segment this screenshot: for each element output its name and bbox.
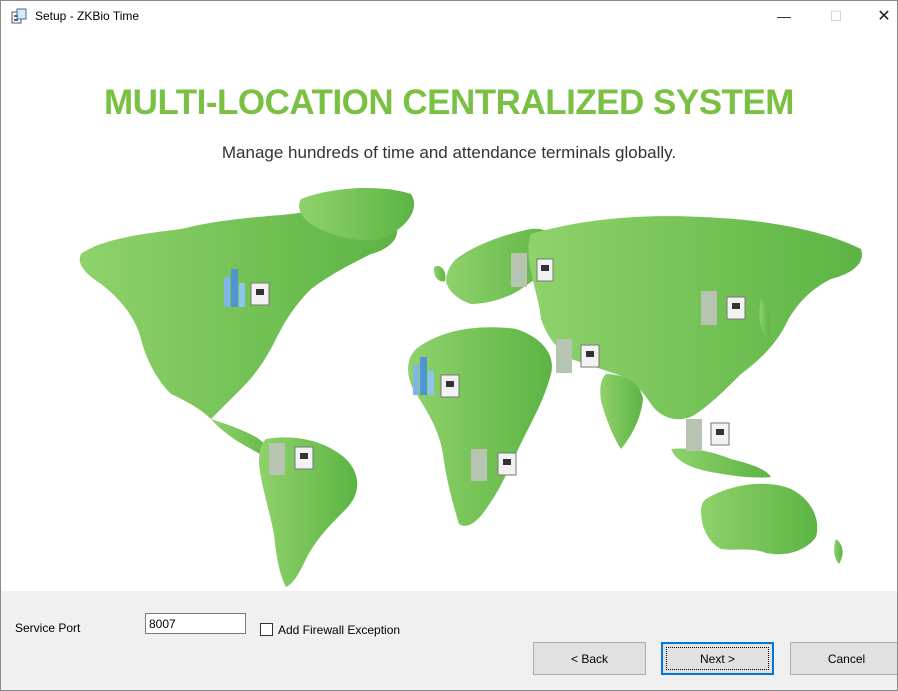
cancel-button[interactable]: Cancel	[790, 642, 897, 675]
footer-panel: Service Port Add Firewall Exception < Ba…	[1, 591, 897, 690]
continent-australia	[701, 483, 818, 555]
focus-ring	[666, 647, 769, 670]
next-button[interactable]: Next >	[661, 642, 774, 675]
islands-new-zealand	[834, 539, 843, 564]
world-map-illustration	[79, 187, 862, 587]
title-bar: Setup - ZKBio Time — ☐ ✕	[1, 1, 897, 31]
page-subheadline: Manage hundreds of time and attendance t…	[221, 143, 677, 162]
cancel-button-label: Cancel	[827, 651, 866, 666]
setup-app-icon	[11, 8, 27, 24]
banner-area: MULTI-LOCATION CENTRALIZED SYSTEM Manage…	[1, 31, 897, 591]
islands-indonesia	[671, 448, 771, 478]
terminal-marker-southeast-asia	[686, 419, 730, 451]
installer-window: Setup - ZKBio Time — ☐ ✕ MULTI-LOCATION …	[0, 0, 898, 691]
firewall-exception-checkbox[interactable]	[260, 623, 273, 636]
firewall-exception-label[interactable]: Add Firewall Exception	[278, 623, 400, 637]
close-button[interactable]: ✕	[861, 1, 897, 31]
close-icon: ✕	[877, 8, 891, 25]
page-headline: MULTI-LOCATION CENTRALIZED SYSTEM	[104, 83, 794, 122]
continent-africa	[408, 327, 552, 526]
service-port-label: Service Port	[15, 621, 81, 635]
continent-north-america	[79, 210, 398, 419]
minimize-button[interactable]: —	[761, 1, 807, 31]
maximize-button: ☐	[813, 1, 859, 31]
continent-asia	[528, 216, 862, 420]
islands-uk	[433, 265, 446, 282]
back-button-label: < Back	[570, 651, 609, 666]
maximize-icon: ☐	[829, 7, 843, 24]
back-button[interactable]: < Back	[533, 642, 646, 675]
minimize-icon: —	[777, 8, 791, 24]
window-title: Setup - ZKBio Time	[35, 9, 140, 23]
service-port-input[interactable]	[145, 613, 246, 634]
